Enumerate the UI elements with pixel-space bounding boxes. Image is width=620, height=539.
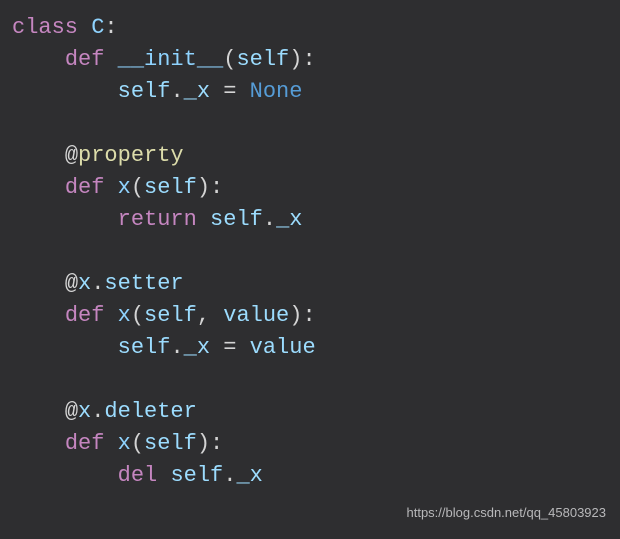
param-value: value: [223, 303, 289, 328]
param-self: self: [236, 47, 289, 72]
at-sign: @: [65, 399, 78, 424]
rparen: ): [197, 175, 210, 200]
rparen: ): [197, 431, 210, 456]
keyword-class: class: [12, 15, 78, 40]
attr-x: _x: [276, 207, 302, 232]
dot: .: [91, 399, 104, 424]
method-x: x: [118, 175, 131, 200]
class-name: C: [91, 15, 104, 40]
colon: :: [210, 175, 223, 200]
dot: .: [263, 207, 276, 232]
method-x: x: [118, 303, 131, 328]
method-x: x: [118, 431, 131, 456]
param-self: self: [118, 335, 171, 360]
rparen: ): [289, 47, 302, 72]
decorator-x: x: [78, 399, 91, 424]
attr-x: _x: [184, 335, 210, 360]
at-sign: @: [65, 271, 78, 296]
colon: :: [302, 47, 315, 72]
assign: =: [210, 79, 250, 104]
decorator-x: x: [78, 271, 91, 296]
dot: .: [223, 463, 236, 488]
decorator-property: property: [78, 143, 184, 168]
watermark-text: https://blog.csdn.net/qq_45803923: [407, 497, 607, 529]
param-self: self: [170, 463, 223, 488]
lparen: (: [223, 47, 236, 72]
at-sign: @: [65, 143, 78, 168]
attr-x: _x: [236, 463, 262, 488]
keyword-def: def: [65, 303, 105, 328]
lparen: (: [131, 175, 144, 200]
param-self: self: [144, 303, 197, 328]
keyword-return: return: [118, 207, 197, 232]
colon: :: [104, 15, 117, 40]
keyword-del: del: [118, 463, 158, 488]
attr-x: _x: [184, 79, 210, 104]
param-self: self: [118, 79, 171, 104]
lparen: (: [131, 431, 144, 456]
comma: ,: [197, 303, 223, 328]
keyword-def: def: [65, 175, 105, 200]
keyword-def: def: [65, 431, 105, 456]
param-value: value: [250, 335, 316, 360]
decorator-deleter: deleter: [104, 399, 196, 424]
colon: :: [210, 431, 223, 456]
assign: =: [210, 335, 250, 360]
keyword-def: def: [65, 47, 105, 72]
param-self: self: [210, 207, 263, 232]
param-self: self: [144, 431, 197, 456]
dot: .: [170, 79, 183, 104]
rparen: ): [289, 303, 302, 328]
dot: .: [91, 271, 104, 296]
param-self: self: [144, 175, 197, 200]
colon: :: [302, 303, 315, 328]
decorator-setter: setter: [104, 271, 183, 296]
method-init: __init__: [118, 47, 224, 72]
none-literal: None: [250, 79, 303, 104]
dot: .: [170, 335, 183, 360]
code-block: class C: def __init__(self): self._x = N…: [0, 0, 620, 492]
lparen: (: [131, 303, 144, 328]
